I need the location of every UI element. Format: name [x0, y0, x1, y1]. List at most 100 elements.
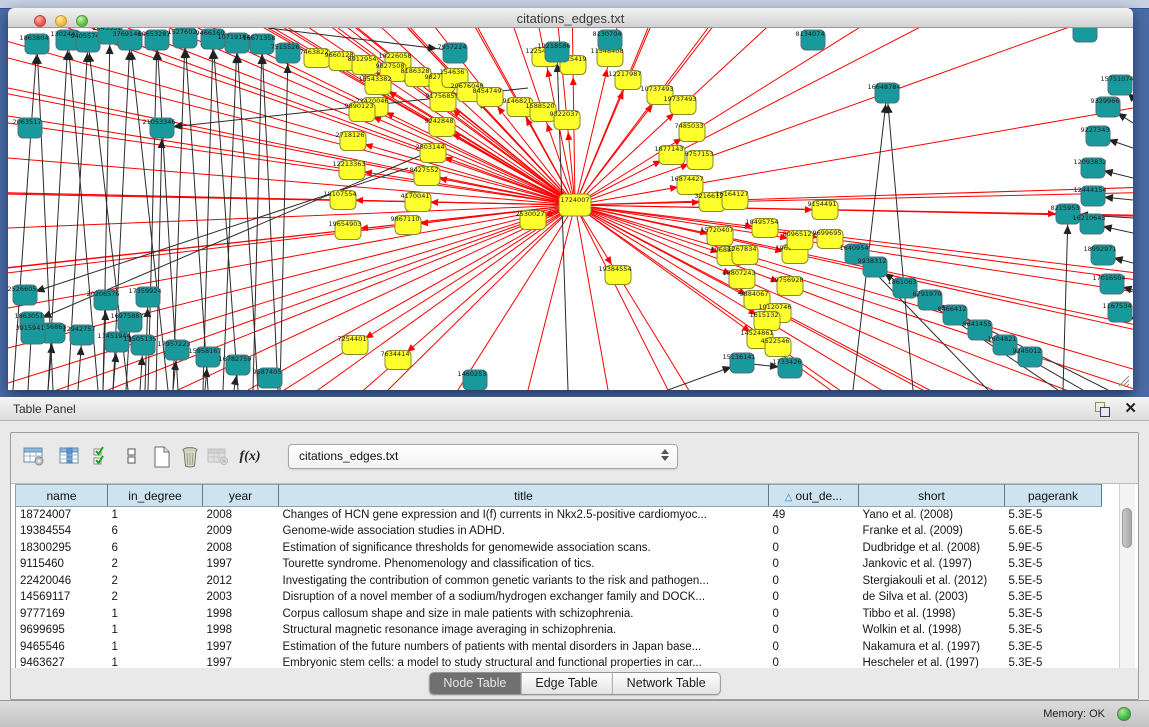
table-cell[interactable]: 0 — [769, 639, 859, 656]
table-cell[interactable]: 2 — [108, 573, 203, 590]
table-cell[interactable]: 9465546 — [16, 639, 108, 656]
table-cell[interactable]: 22420046 — [16, 573, 108, 590]
table-cell[interactable]: Corpus callosum shape and size in male p… — [279, 606, 769, 623]
table-cell[interactable]: Tourette syndrome. Phenomenology and cla… — [279, 556, 769, 573]
float-panel-icon[interactable] — [1095, 402, 1109, 416]
black-edge[interactable] — [223, 43, 237, 390]
red-edge[interactable] — [575, 205, 1133, 232]
red-edge[interactable] — [575, 28, 1133, 205]
table-cell[interactable]: 49 — [769, 507, 859, 524]
table-row[interactable]: 2242004622012Investigating the contribut… — [16, 573, 1102, 590]
column-header-short[interactable]: short — [859, 485, 1005, 507]
table-cell[interactable]: Investigating the contribution of common… — [279, 573, 769, 590]
table-row[interactable]: 1456911722003Disruption of a novel membe… — [16, 589, 1102, 606]
show-columns-icon[interactable] — [57, 444, 83, 470]
table-cell[interactable]: 1 — [108, 639, 203, 656]
table-cell[interactable]: 1997 — [203, 556, 279, 573]
table-cell[interactable]: 6 — [108, 540, 203, 557]
table-cell[interactable]: 1 — [108, 622, 203, 639]
black-edge[interactable] — [853, 93, 887, 390]
table-cell[interactable]: Changes of HCN gene expression and I(f) … — [279, 507, 769, 524]
table-cell[interactable]: de Silva et al. (2003) — [859, 589, 1005, 606]
table-cell[interactable]: 0 — [769, 589, 859, 606]
table-cell[interactable]: Estimation of the future numbers of pati… — [279, 639, 769, 656]
red-edge[interactable] — [575, 28, 1133, 205]
select-rows-icon[interactable] — [89, 444, 115, 470]
table-cell[interactable]: Dudbridge et al. (2008) — [859, 540, 1005, 557]
table-cell[interactable]: Wolkin et al. (1998) — [859, 622, 1005, 639]
table-row[interactable]: 946554611997Estimation of the future num… — [16, 639, 1102, 656]
table-cell[interactable]: 0 — [769, 523, 859, 540]
table-cell[interactable]: 1998 — [203, 622, 279, 639]
table-cell[interactable]: 5.3E-5 — [1005, 622, 1102, 639]
black-edge[interactable] — [203, 39, 213, 390]
black-edge[interactable] — [1063, 214, 1068, 390]
table-cell[interactable]: 18300295 — [16, 540, 108, 557]
resize-grip-icon[interactable] — [1115, 372, 1131, 388]
table-cell[interactable]: 1 — [108, 507, 203, 524]
table-cell[interactable]: 1997 — [203, 639, 279, 656]
red-edge[interactable] — [575, 28, 1133, 205]
red-edge[interactable] — [8, 205, 575, 228]
red-edge[interactable] — [575, 28, 1133, 205]
table-cell[interactable]: 19384554 — [16, 523, 108, 540]
red-edge[interactable] — [575, 172, 1133, 205]
red-edge[interactable] — [575, 205, 1133, 235]
table-cell[interactable]: Nakamura et al. (1997) — [859, 639, 1005, 656]
table-cell[interactable]: 1 — [108, 606, 203, 623]
column-header-year[interactable]: year — [203, 485, 279, 507]
row-height-icon[interactable] — [119, 444, 145, 470]
red-edge[interactable] — [8, 58, 575, 205]
function-builder-icon[interactable]: f(x) — [237, 444, 263, 470]
table-cell[interactable]: 5.5E-5 — [1005, 573, 1102, 590]
table-cell[interactable]: 1998 — [203, 606, 279, 623]
table-row[interactable]: 1938455462009Genome-wide association stu… — [16, 523, 1102, 540]
table-cell[interactable]: 2 — [108, 589, 203, 606]
graph-node[interactable] — [1073, 28, 1097, 42]
table-cell[interactable]: 0 — [769, 573, 859, 590]
table-cell[interactable]: 5.3E-5 — [1005, 507, 1102, 524]
table-cell[interactable]: 2008 — [203, 540, 279, 557]
table-row[interactable]: 1872400712008Changes of HCN gene express… — [16, 507, 1102, 524]
table-row[interactable]: 911546021997Tourette syndrome. Phenomeno… — [16, 556, 1102, 573]
table-cell[interactable]: 2009 — [203, 523, 279, 540]
table-cell[interactable]: 5.3E-5 — [1005, 556, 1102, 573]
delete-table-icon[interactable] — [177, 444, 203, 470]
table-cell[interactable]: 14569117 — [16, 589, 108, 606]
table-cell[interactable]: Yano et al. (2008) — [859, 507, 1005, 524]
table-row[interactable]: 977716911998Corpus callosum shape and si… — [16, 606, 1102, 623]
red-edge[interactable] — [8, 205, 575, 369]
tab-network-table[interactable]: Network Table — [612, 673, 720, 694]
column-header-out_de[interactable]: △out_de... — [769, 485, 859, 507]
red-edge[interactable] — [575, 28, 1133, 205]
column-header-name[interactable]: name — [16, 485, 108, 507]
table-selector-dropdown[interactable]: citations_edges.txt — [288, 444, 678, 469]
table-cell[interactable]: 9699695 — [16, 622, 108, 639]
table-cell[interactable]: 5.3E-5 — [1005, 589, 1102, 606]
close-panel-icon[interactable]: ✕ — [1124, 399, 1137, 417]
attribute-table[interactable]: namein_degreeyeartitle△out_de...shortpag… — [15, 484, 1102, 672]
table-scrollbar-thumb[interactable] — [1122, 508, 1132, 548]
table-row[interactable]: 969969511998Structural magnetic resonanc… — [16, 622, 1102, 639]
black-edge[interactable] — [156, 128, 162, 390]
table-cell[interactable]: Jankovic et al. (1997) — [859, 556, 1005, 573]
table-cell[interactable]: 2003 — [203, 589, 279, 606]
table-options-icon[interactable] — [21, 444, 47, 470]
column-header-in_degree[interactable]: in_degree — [108, 485, 203, 507]
memory-ok-indicator[interactable] — [1117, 707, 1131, 721]
column-header-title[interactable]: title — [279, 485, 769, 507]
network-canvas[interactable]: 7463822966012889129541822605898275088186… — [8, 28, 1133, 390]
table-cell[interactable]: 18724007 — [16, 507, 108, 524]
table-cell[interactable]: 9777169 — [16, 606, 108, 623]
red-edge[interactable] — [575, 158, 1133, 205]
tab-node-table[interactable]: Node Table — [429, 673, 520, 694]
table-cell[interactable]: Stergiakouli et al. (2012) — [859, 573, 1005, 590]
table-cell[interactable]: 0 — [769, 606, 859, 623]
table-cell[interactable]: 5.9E-5 — [1005, 540, 1102, 557]
table-cell[interactable]: 9115460 — [16, 556, 108, 573]
table-cell[interactable]: 2012 — [203, 573, 279, 590]
red-edge[interactable] — [575, 28, 1133, 205]
tab-edge-table[interactable]: Edge Table — [520, 673, 611, 694]
table-cell[interactable]: 5.3E-5 — [1005, 639, 1102, 656]
red-edge[interactable] — [528, 205, 575, 390]
